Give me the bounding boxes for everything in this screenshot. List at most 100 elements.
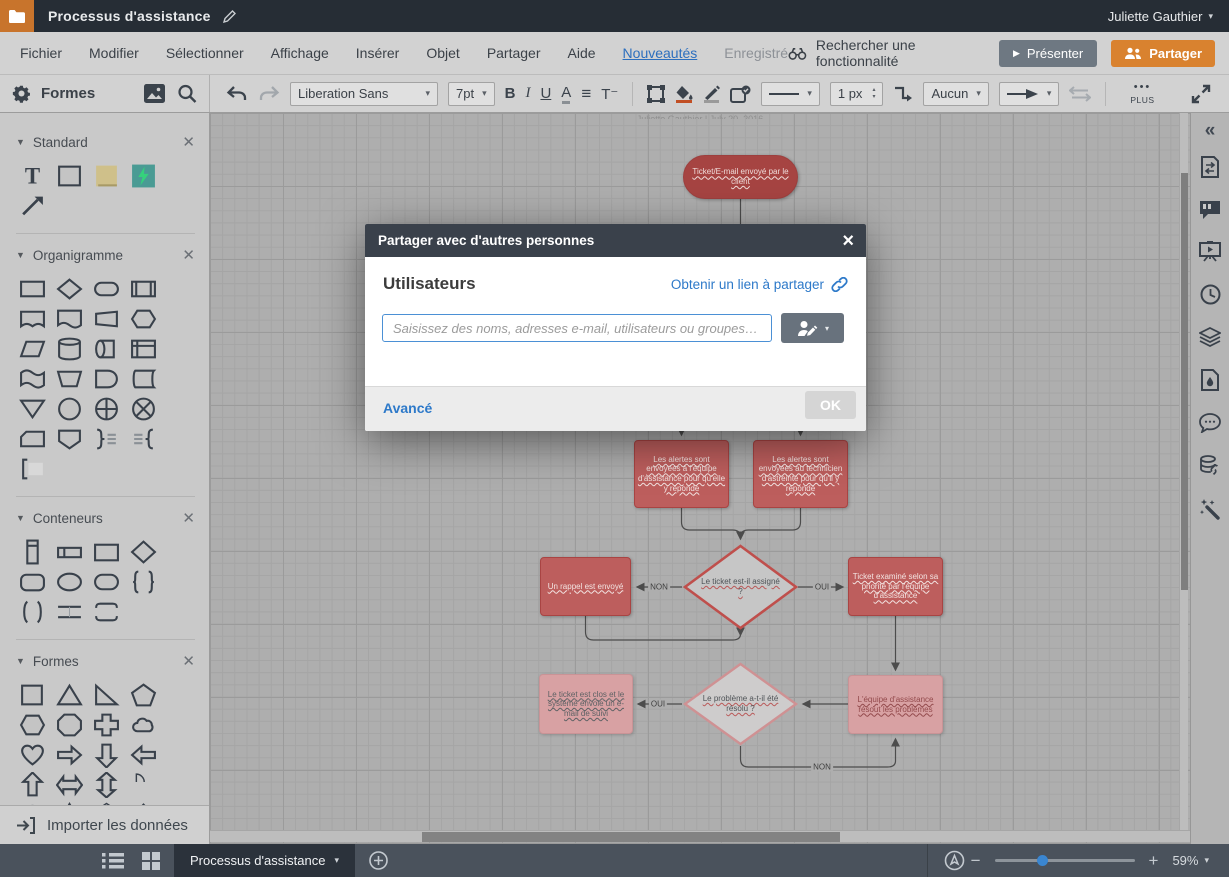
palette-bracket-frame-icon[interactable] <box>88 597 125 627</box>
fill-color-button[interactable] <box>675 85 693 103</box>
palette-arrow-up-down-icon[interactable] <box>88 770 125 800</box>
gear-icon[interactable] <box>12 84 31 103</box>
palette-terminator-icon[interactable] <box>88 274 125 304</box>
horizontal-scrollbar[interactable] <box>210 830 1190 842</box>
palette-data-icon[interactable] <box>14 334 51 364</box>
ok-button[interactable]: OK <box>805 391 856 419</box>
page-list-icon[interactable] <box>102 852 124 869</box>
palette-octagon-icon[interactable] <box>51 710 88 740</box>
font-size-dropdown[interactable]: 7pt ▾ <box>448 82 495 106</box>
close-icon[interactable]: ✕ <box>182 509 195 527</box>
palette-card-icon[interactable] <box>14 424 51 454</box>
section-formes-header[interactable]: ▼ Formes ✕ <box>16 652 195 670</box>
palette-square-icon[interactable] <box>14 680 51 710</box>
palette-multi-document-icon[interactable] <box>14 364 51 394</box>
magic-wand-icon[interactable] <box>1199 498 1221 520</box>
invite-users-input[interactable] <box>382 314 772 342</box>
connector-type-icon[interactable] <box>893 85 913 103</box>
palette-arrow-right-icon[interactable] <box>51 740 88 770</box>
line-end-dropdown[interactable]: ▾ <box>999 82 1060 106</box>
menu-modifier[interactable]: Modifier <box>89 45 139 61</box>
palette-arrow-icon[interactable] <box>14 191 51 221</box>
data-linking-icon[interactable] <box>1199 455 1221 476</box>
more-tools-button[interactable]: ••• PLUS <box>1130 82 1154 105</box>
comments-icon[interactable] <box>1199 413 1221 433</box>
bold-button[interactable]: B <box>505 85 516 102</box>
flow-node-reminder[interactable]: Un rappel est envoyé <box>540 557 631 616</box>
section-standard-header[interactable]: ▼ Standard ✕ <box>16 133 195 151</box>
notes-icon[interactable] <box>1199 200 1221 219</box>
palette-quarter-circle-icon[interactable] <box>125 770 162 784</box>
palette-vertical-container-icon[interactable] <box>14 537 51 567</box>
shape-style-check-icon[interactable] <box>730 85 751 103</box>
palette-hexagon-icon[interactable] <box>14 710 51 740</box>
theme-ink-icon[interactable] <box>1201 369 1219 391</box>
close-icon[interactable]: ✕ <box>182 652 195 670</box>
menu-objet[interactable]: Objet <box>426 45 459 61</box>
palette-horizontal-container-icon[interactable] <box>51 537 88 567</box>
flow-node-alert-tech[interactable]: Les alertes sont envoyées au technicien … <box>753 440 848 508</box>
palette-off-page-icon[interactable] <box>51 424 88 454</box>
page-tab[interactable]: Processus d'assistance ▾ <box>174 844 355 877</box>
expand-panel-icon[interactable]: « <box>1205 121 1216 140</box>
add-page-button[interactable] <box>369 851 388 870</box>
redo-icon[interactable] <box>258 85 280 102</box>
palette-triangle-icon[interactable] <box>51 680 88 710</box>
search-feature-button[interactable]: Rechercher une fonctionnalité <box>788 37 975 69</box>
menu-inserer[interactable]: Insérer <box>356 45 400 61</box>
line-color-button[interactable] <box>703 85 720 103</box>
palette-manual-input-icon[interactable] <box>51 364 88 394</box>
palette-brace-left-icon[interactable] <box>125 424 162 454</box>
import-data-button[interactable]: Importer les données <box>0 805 209 844</box>
palette-heart-icon[interactable] <box>14 740 51 770</box>
page-grid-icon[interactable] <box>142 852 160 870</box>
palette-text-icon[interactable]: T <box>14 161 51 191</box>
text-align-button[interactable]: ≡ <box>581 84 591 104</box>
rename-pencil-icon[interactable] <box>223 10 236 23</box>
close-icon[interactable]: ✕ <box>182 133 195 151</box>
horizontal-scrollbar-thumb[interactable] <box>422 832 840 842</box>
palette-rect-container-icon[interactable] <box>88 537 125 567</box>
line-start-dropdown[interactable]: Aucun ▾ <box>923 82 988 106</box>
vertical-scrollbar-thumb[interactable] <box>1181 173 1188 590</box>
palette-right-triangle-icon[interactable] <box>88 680 125 710</box>
image-icon[interactable] <box>144 84 165 103</box>
palette-internal-storage-icon[interactable] <box>125 334 162 364</box>
palette-or-icon[interactable] <box>125 394 162 424</box>
palette-pill-container-icon[interactable] <box>88 567 125 597</box>
menu-selectionner[interactable]: Sélectionner <box>166 45 244 61</box>
palette-preparation-icon[interactable] <box>125 304 162 334</box>
text-color-button[interactable]: A <box>561 84 571 104</box>
italic-button[interactable]: I <box>525 85 530 102</box>
zoom-level-dropdown[interactable]: 59% ▾ <box>1172 853 1223 868</box>
diagram-canvas[interactable]: Juliette Gauthier | July 20, 2016 <box>210 113 1190 844</box>
menu-partager[interactable]: Partager <box>487 45 541 61</box>
user-account-menu[interactable]: Juliette Gauthier ▾ <box>1108 9 1213 24</box>
palette-arrow-down-icon[interactable] <box>88 740 125 770</box>
flow-node-start[interactable]: Ticket/E-mail envoyé par le client <box>683 155 798 199</box>
underline-button[interactable]: U <box>540 85 551 102</box>
zoom-slider[interactable] <box>995 859 1135 862</box>
palette-arrow-left-icon[interactable] <box>125 740 162 770</box>
palette-connector-icon[interactable] <box>51 394 88 424</box>
stroke-width-stepper[interactable]: 1 px ▴▾ <box>830 82 884 106</box>
zoom-in-button[interactable]: + <box>1143 851 1165 871</box>
shape-frame-icon[interactable] <box>647 85 665 103</box>
menu-fichier[interactable]: Fichier <box>20 45 62 61</box>
slides-icon[interactable] <box>1199 241 1221 262</box>
search-icon[interactable] <box>177 84 197 104</box>
palette-manual-operation-icon[interactable] <box>88 304 125 334</box>
palette-arrow-left-right-icon[interactable] <box>51 770 88 800</box>
palette-document-icon[interactable] <box>51 304 88 334</box>
palette-diamond-container-icon[interactable] <box>125 537 162 567</box>
palette-horizontal-rules-icon[interactable] <box>51 597 88 627</box>
flow-node-closed[interactable]: Le ticket est clos et le système envoie … <box>539 674 633 734</box>
palette-cloud-icon[interactable] <box>125 710 162 740</box>
fit-to-screen-icon[interactable] <box>944 850 965 871</box>
close-icon[interactable]: × <box>842 231 854 251</box>
palette-arrow-up-icon[interactable] <box>14 770 51 800</box>
flow-node-assigned-question[interactable]: Le ticket est-il assigné ? <box>682 544 799 630</box>
line-style-dropdown[interactable]: ▾ <box>761 82 820 106</box>
text-options-button[interactable]: T⁻ <box>601 85 618 103</box>
menu-affichage[interactable]: Affichage <box>271 45 329 61</box>
